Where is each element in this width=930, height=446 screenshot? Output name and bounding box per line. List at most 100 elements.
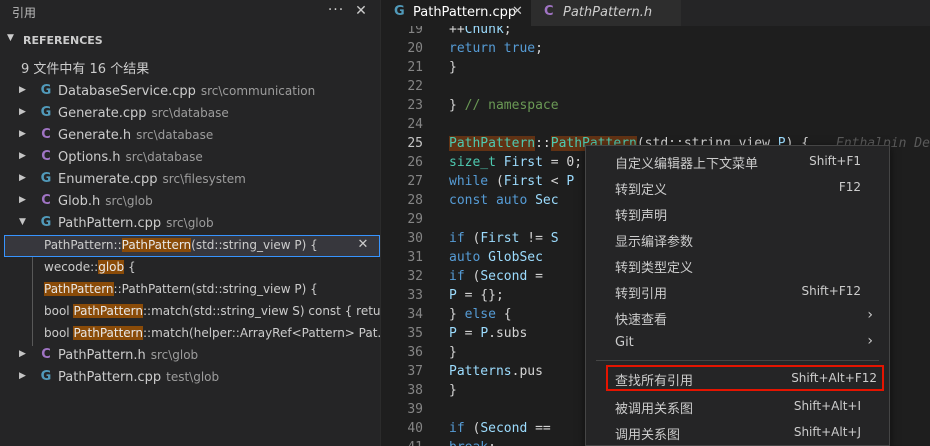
code-text: Patterns.pus: [449, 364, 543, 379]
file-item[interactable]: ▶ C Glob.h src\glob: [0, 191, 380, 213]
code-token: size_t: [449, 155, 496, 170]
menu-item-go-to-references[interactable]: 转到引用 Shift+F12: [586, 278, 889, 304]
reference-item[interactable]: wecode::glob {: [0, 257, 380, 279]
line-number: 37: [407, 364, 423, 379]
chevron-right-icon: ▶: [19, 129, 26, 139]
code-token: ++: [449, 26, 465, 37]
header-file-icon: C: [544, 4, 554, 19]
cpp-file-icon: G: [40, 83, 52, 98]
file-item[interactable]: ▶ C PathPattern.h src\glob: [0, 345, 380, 367]
line-number: 24: [407, 117, 423, 132]
code-token: }: [449, 383, 457, 398]
code-text: auto GlobSec: [449, 250, 543, 265]
line-number: 40: [407, 421, 423, 436]
file-item-expanded[interactable]: ▼ G PathPattern.cpp src\glob: [0, 213, 380, 235]
menu-item-show-compile-args[interactable]: 显示编译参数: [586, 226, 889, 252]
code-line[interactable]: 24: [381, 116, 930, 135]
tab-pathpattern-h[interactable]: C PathPattern.h: [531, 0, 681, 26]
code-token: PathPattern: [449, 136, 536, 151]
file-dir: src\database: [125, 150, 203, 164]
code-text: return true;: [449, 41, 543, 56]
code-text: P = P.subs: [449, 326, 527, 341]
ref-match: glob: [98, 260, 125, 274]
close-icon[interactable]: ✕: [352, 2, 370, 20]
menu-item-incoming-calls[interactable]: 被调用关系图 Shift+Alt+I: [586, 393, 889, 419]
ref-pre: bool: [44, 304, 74, 318]
dismiss-reference-icon[interactable]: ✕: [355, 237, 371, 255]
code-line[interactable]: 23} // namespace: [381, 97, 930, 116]
line-number: 38: [407, 383, 423, 398]
references-section-header[interactable]: ▼ REFERENCES: [0, 30, 380, 52]
menu-item-peek[interactable]: 快速查看 ›: [586, 304, 889, 330]
reference-item-selected[interactable]: PathPattern::PathPattern(std::string_vie…: [4, 235, 380, 257]
tab-pathpattern-cpp[interactable]: G PathPattern.cpp ✕: [381, 0, 531, 26]
code-text: if (Second =: [449, 269, 543, 284]
line-number: 41: [391, 440, 423, 446]
code-text: while (First < P: [449, 174, 574, 189]
menu-label: 转到类型定义: [615, 261, 694, 276]
code-line[interactable]: 19 ++Chunk;: [381, 26, 930, 40]
code-token: else: [464, 307, 496, 322]
menu-item-find-all-references[interactable]: 查找所有引用 Shift+Alt+F12: [606, 365, 884, 391]
code-line[interactable]: 20 return true;: [381, 40, 930, 59]
menu-label: 查找所有引用: [615, 374, 694, 389]
ellipsis-icon[interactable]: ···: [327, 2, 345, 20]
references-section-title: REFERENCES: [23, 34, 103, 47]
menu-label: 显示编译参数: [615, 235, 694, 250]
line-number: 31: [407, 250, 423, 265]
file-name: Options.h: [58, 150, 121, 165]
menu-item-git[interactable]: Git ›: [586, 330, 889, 356]
file-item[interactable]: ▶ G PathPattern.cpp test\glob: [0, 367, 380, 389]
code-token: }: [449, 307, 465, 322]
code-token: (: [464, 269, 481, 284]
menu-label: 快速查看: [615, 313, 668, 328]
file-item[interactable]: ▶ G DatabaseService.cpp src\communication: [0, 81, 380, 103]
code-token: <: [542, 174, 567, 189]
menu-item-outgoing-calls[interactable]: 调用关系图 Shift+Alt+J: [586, 419, 889, 445]
menu-separator: [596, 360, 879, 361]
code-line[interactable]: 21}: [381, 59, 930, 78]
menu-item-customize-menu[interactable]: 自定义编辑器上下文菜单 Shift+F1: [586, 148, 889, 174]
reference-item[interactable]: bool PathPattern::match(helper::ArrayRef…: [0, 323, 380, 345]
file-dir: src\database: [136, 128, 214, 142]
menu-item-go-to-type-definition[interactable]: 转到类型定义: [586, 252, 889, 278]
code-token: (: [464, 421, 481, 436]
code-text: size_t First = 0;: [449, 155, 582, 170]
chevron-right-icon: ▶: [19, 173, 26, 183]
code-token: if: [449, 421, 465, 436]
code-token: P: [480, 326, 489, 341]
line-number: 29: [407, 212, 423, 227]
file-item[interactable]: ▶ C Generate.h src\database: [0, 125, 380, 147]
menu-item-go-to-definition[interactable]: 转到定义 F12: [586, 174, 889, 200]
file-item[interactable]: ▶ C Options.h src\database: [0, 147, 380, 169]
code-token: P: [566, 174, 575, 189]
reference-item[interactable]: PathPattern::PathPattern(std::string_vie…: [0, 279, 380, 301]
file-dir: src\communication: [200, 84, 316, 98]
code-token: // namespace: [464, 98, 559, 113]
menu-shortcut: Shift+Alt+J: [793, 425, 861, 439]
ref-match: PathPattern: [44, 282, 114, 296]
code-token: P: [449, 288, 457, 303]
file-dir: src\glob: [150, 348, 199, 362]
file-item[interactable]: ▶ G Enumerate.cpp src\filesystem: [0, 169, 380, 191]
code-text: if (Second ==: [449, 421, 551, 436]
menu-item-go-to-declaration[interactable]: 转到声明: [586, 200, 889, 226]
close-tab-icon[interactable]: ✕: [512, 4, 523, 19]
file-name: Enumerate.cpp: [58, 172, 158, 187]
file-dir: src\filesystem: [162, 172, 246, 186]
code-token: ;: [488, 440, 496, 446]
file-item[interactable]: ▶ G Generate.cpp src\database: [0, 103, 380, 125]
line-number: 35: [407, 326, 423, 341]
file-dir: test\glob: [166, 370, 220, 384]
code-line[interactable]: 22: [381, 78, 930, 97]
reference-item[interactable]: bool PathPattern::match(std::string_view…: [0, 301, 381, 323]
code-text: break;: [449, 440, 496, 446]
code-token: (: [488, 174, 504, 189]
ref-post: ::match(std::string_view S) const { retu…: [143, 304, 381, 318]
header-file-icon: C: [41, 127, 51, 142]
code-text: }: [449, 60, 457, 75]
ref-post: (std::string_view P) {: [191, 238, 318, 252]
menu-label: 转到声明: [615, 209, 668, 224]
